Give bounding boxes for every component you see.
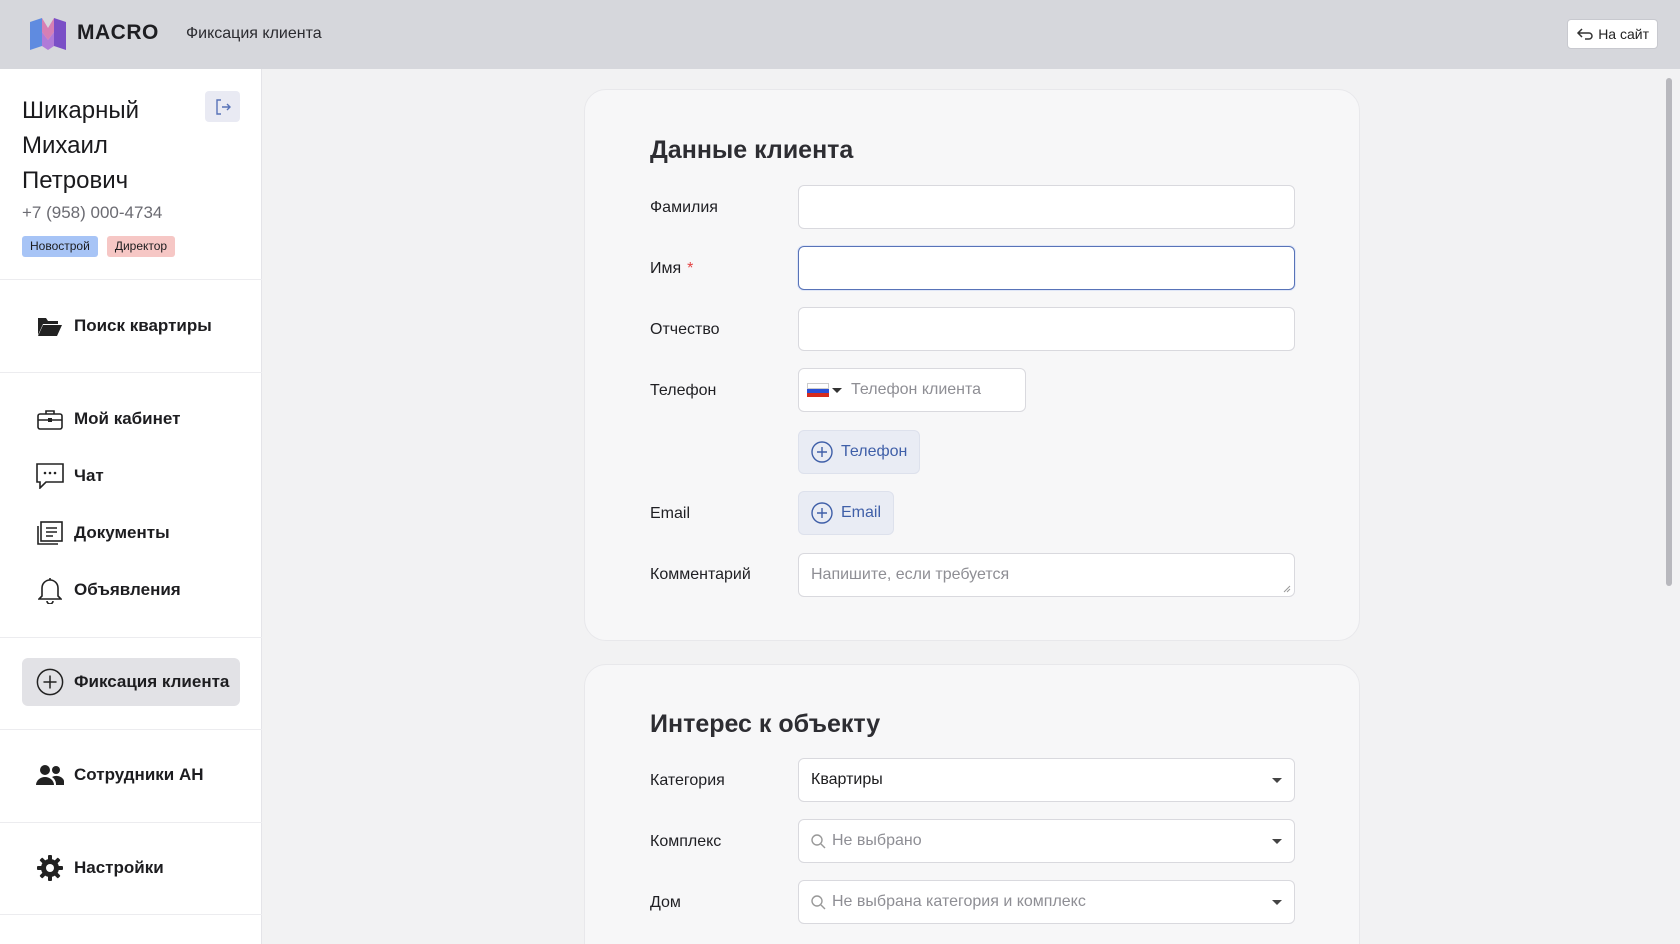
last-name-field[interactable] — [798, 185, 1295, 229]
role-badge: Новострой — [22, 236, 98, 257]
sidebar: Шикарный Михаил Петрович +7 (958) 000-47… — [0, 69, 262, 944]
plus-circle-icon — [36, 668, 64, 696]
nav-item-chat[interactable]: Чат — [22, 452, 240, 500]
russia-flag-icon[interactable] — [807, 383, 829, 397]
category-value: Квартиры — [811, 771, 883, 788]
house-placeholder: Не выбрана категория и комплекс — [832, 893, 1086, 910]
nav-item-label: Мой кабинет — [74, 409, 181, 428]
plus-circle-icon — [811, 441, 833, 463]
add-phone-button[interactable]: Телефон — [798, 430, 921, 474]
first-name-label: Имя * — [650, 260, 693, 278]
nav-item-label: Поиск квартиры — [74, 316, 212, 335]
people-icon — [36, 765, 64, 785]
nav-item-agency-staff[interactable]: Сотрудники АН — [22, 751, 240, 799]
middle-name-field[interactable] — [798, 307, 1295, 351]
role-badge: Директор — [106, 236, 176, 257]
required-mark: * — [687, 260, 694, 277]
resize-grip-icon[interactable] — [1283, 585, 1291, 593]
nav-item-client-fixation[interactable]: Фиксация клиента — [22, 658, 240, 706]
top-bar: MACRO Фиксация клиента На сайт — [0, 0, 1680, 69]
divider — [0, 914, 262, 915]
nav-item-documents[interactable]: Документы — [22, 509, 240, 557]
macro-logo-icon[interactable] — [30, 18, 66, 50]
divider — [0, 729, 262, 730]
category-label: Категория — [650, 772, 725, 789]
client-data-card: Данные клиента Фамилия Имя * Отчество Тел… — [584, 89, 1360, 641]
complex-label: Комплекс — [650, 833, 722, 850]
divider — [0, 822, 262, 823]
comment-placeholder: Напишите, если требуется — [811, 566, 1010, 583]
last-name-label: Фамилия — [650, 199, 718, 216]
nav-item-label: Сотрудники АН — [74, 765, 204, 784]
logout-button[interactable] — [205, 91, 240, 122]
to-site-label: На сайт — [1598, 26, 1649, 42]
to-site-button[interactable]: На сайт — [1567, 19, 1658, 49]
nav-item-search-apartment[interactable]: Поиск квартиры — [22, 302, 240, 350]
house-label: Дом — [650, 894, 681, 911]
nav-item-announcements[interactable]: Объявления — [22, 566, 240, 614]
email-label: Email — [650, 505, 691, 522]
nav-item-label: Чат — [74, 466, 104, 485]
nav-item-label: Настройки — [74, 858, 164, 877]
object-interest-title: Интерес к объекту — [650, 710, 881, 738]
complex-select[interactable]: Не выбрано — [798, 819, 1295, 863]
object-interest-card: Интерес к объекту Категория Квартиры Ком… — [584, 664, 1360, 944]
divider — [0, 637, 262, 638]
category-select[interactable]: Квартиры — [798, 758, 1295, 802]
client-data-title: Данные клиента — [650, 136, 854, 164]
add-email-label: Email — [841, 504, 882, 521]
phone-label: Телефон — [650, 382, 717, 399]
logout-icon — [215, 98, 231, 115]
chat-bubble-icon — [36, 463, 64, 489]
gear-icon — [37, 855, 63, 881]
return-arrow-icon — [1577, 28, 1593, 40]
plus-circle-icon — [811, 502, 833, 524]
chevron-down-icon — [1272, 839, 1282, 844]
nav-item-my-cabinet[interactable]: Мой кабинет — [22, 395, 240, 443]
chevron-down-icon[interactable] — [832, 387, 842, 393]
house-select[interactable]: Не выбрана категория и комплекс — [798, 880, 1295, 924]
first-name-field[interactable] — [798, 246, 1295, 290]
comment-field[interactable]: Напишите, если требуется — [798, 553, 1295, 597]
comment-label: Комментарий — [650, 566, 751, 583]
divider — [0, 372, 262, 373]
divider — [0, 279, 262, 280]
add-phone-label: Телефон — [841, 443, 908, 460]
page-title: Фиксация клиента — [186, 25, 322, 42]
nav-item-label: Документы — [74, 523, 170, 542]
briefcase-icon — [37, 410, 63, 430]
complex-placeholder: Не выбрано — [832, 832, 922, 849]
scrollbar-thumb[interactable] — [1666, 78, 1672, 586]
chevron-down-icon — [1272, 900, 1282, 905]
nav-item-label: Объявления — [74, 580, 181, 599]
nav-item-label: Фиксация клиента — [74, 672, 230, 691]
middle-name-label: Отчество — [650, 321, 720, 338]
user-name: Шикарный Михаил Петрович — [22, 97, 140, 194]
first-name-label-text: Имя — [650, 260, 682, 277]
folder-open-icon — [38, 318, 62, 336]
add-email-button[interactable]: Email — [798, 491, 895, 535]
chevron-down-icon — [1272, 778, 1282, 783]
user-badges: Новострой Директор — [22, 236, 176, 257]
search-icon — [811, 833, 826, 848]
phone-placeholder: Телефон клиента — [851, 381, 982, 398]
phone-field[interactable]: Телефон клиента — [798, 368, 1026, 412]
user-phone: +7 (958) 000-4734 — [22, 203, 163, 222]
brand-name[interactable]: MACRO — [77, 21, 159, 45]
bell-icon — [38, 578, 62, 604]
documents-icon — [37, 521, 63, 545]
nav-item-settings[interactable]: Настройки — [22, 844, 240, 892]
search-icon — [811, 894, 826, 909]
